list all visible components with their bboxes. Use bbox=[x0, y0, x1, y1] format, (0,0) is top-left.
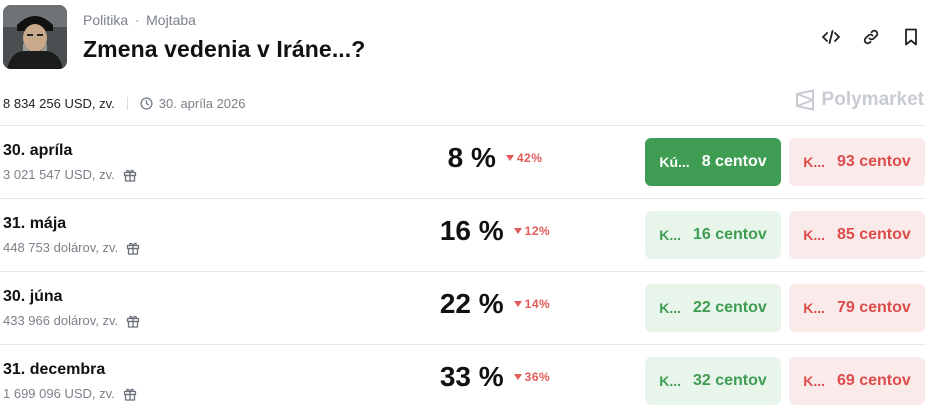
buy-no-label: K... bbox=[803, 227, 825, 243]
buy-yes-label: K... bbox=[659, 300, 681, 316]
market-avatar bbox=[3, 5, 67, 69]
buy-no-button[interactable]: K... 79 centov bbox=[789, 284, 925, 332]
header-actions bbox=[822, 26, 920, 48]
down-arrow-icon bbox=[505, 155, 514, 161]
outcome-volume-text: 433 966 dolárov, zv. bbox=[3, 313, 119, 328]
down-arrow-icon bbox=[513, 301, 522, 307]
probability-change: 12% bbox=[513, 224, 551, 238]
outcome-volume: 1 699 096 USD, zv. bbox=[3, 386, 137, 401]
outcome-volume-text: 1 699 096 USD, zv. bbox=[3, 386, 115, 401]
bookmark-icon[interactable] bbox=[902, 26, 920, 48]
buy-yes-button[interactable]: K... 22 centov bbox=[645, 284, 781, 332]
outcome-date: 31. mája bbox=[3, 215, 67, 232]
buy-no-price: 85 centov bbox=[836, 226, 911, 243]
buy-yes-label: K... bbox=[659, 227, 681, 243]
end-date-text: 30. apríla 2026 bbox=[158, 95, 246, 111]
market-row[interactable]: 30. apríla 3 021 547 USD, zv. 8 % 42% Kú… bbox=[0, 125, 926, 198]
market-row[interactable]: 30. júna 433 966 dolárov, zv. 22 % 14% K… bbox=[0, 271, 926, 344]
market-row[interactable]: 31. mája 448 753 dolárov, zv. 16 % 12% K… bbox=[0, 198, 926, 271]
embed-code-icon[interactable] bbox=[822, 26, 840, 48]
probability-change-value: 14% bbox=[524, 297, 551, 311]
end-date: 30. apríla 2026 bbox=[140, 96, 246, 111]
buy-no-button[interactable]: K... 85 centov bbox=[789, 211, 925, 259]
link-icon[interactable] bbox=[862, 26, 880, 48]
clock-icon bbox=[140, 96, 153, 110]
market-meta: 8 834 256 USD, zv. 30. apríla 2026 bbox=[3, 94, 246, 112]
probability-change: 42% bbox=[505, 151, 543, 165]
probability-value: 22 % bbox=[439, 288, 504, 319]
buy-yes-button[interactable]: K... 16 centov bbox=[645, 211, 781, 259]
gift-icon[interactable] bbox=[123, 387, 137, 401]
outcome-volume: 3 021 547 USD, zv. bbox=[3, 167, 137, 182]
buy-no-label: K... bbox=[803, 300, 825, 316]
buy-yes-price: 8 centov bbox=[701, 153, 767, 170]
buy-no-label: K... bbox=[803, 154, 825, 170]
outcome-volume: 433 966 dolárov, zv. bbox=[3, 313, 140, 328]
probability-value: 33 % bbox=[439, 361, 504, 392]
market-row[interactable]: 31. decembra 1 699 096 USD, zv. 33 % 36%… bbox=[0, 344, 926, 413]
probability-value: 16 % bbox=[439, 215, 504, 246]
probability: 16 % 12% bbox=[420, 215, 570, 247]
probability: 33 % 36% bbox=[420, 361, 570, 393]
page-title: Zmena vedenia v Iráne...? bbox=[83, 36, 366, 62]
gift-icon[interactable] bbox=[126, 241, 140, 255]
buy-yes-label: K... bbox=[659, 373, 681, 389]
buy-yes-price: 16 centov bbox=[692, 226, 767, 243]
buy-yes-button[interactable]: K... 32 centov bbox=[645, 357, 781, 405]
polymarket-brand[interactable]: Polymarket bbox=[794, 89, 924, 111]
buy-no-label: K... bbox=[803, 373, 825, 389]
down-arrow-icon bbox=[513, 228, 522, 234]
breadcrumb-subcategory[interactable]: Mojtaba bbox=[146, 12, 196, 28]
outcome-date: 31. decembra bbox=[3, 361, 106, 378]
total-volume: 8 834 256 USD, zv. bbox=[3, 95, 115, 111]
buy-yes-label: Kú... bbox=[659, 154, 690, 170]
outcome-date: 30. júna bbox=[3, 288, 63, 305]
breadcrumb-category[interactable]: Politika bbox=[83, 12, 128, 28]
buy-yes-price: 32 centov bbox=[692, 372, 767, 389]
down-arrow-icon bbox=[513, 374, 522, 380]
probability-change: 36% bbox=[513, 370, 551, 384]
probability-change-value: 42% bbox=[516, 151, 543, 165]
probability: 8 % 42% bbox=[420, 142, 570, 174]
buy-no-price: 69 centov bbox=[836, 372, 911, 389]
probability-change-value: 12% bbox=[524, 224, 551, 238]
breadcrumb-separator: · bbox=[135, 13, 140, 27]
buy-yes-price: 22 centov bbox=[692, 299, 767, 316]
probability-change-value: 36% bbox=[524, 370, 551, 384]
meta-divider bbox=[126, 96, 128, 110]
buy-no-button[interactable]: K... 93 centov bbox=[789, 138, 925, 186]
probability: 22 % 14% bbox=[420, 288, 570, 320]
probability-change: 14% bbox=[513, 297, 551, 311]
buy-no-price: 93 centov bbox=[836, 153, 911, 170]
probability-value: 8 % bbox=[447, 142, 496, 173]
market-header: Politika · Mojtaba Zmena vedenia v Iráne… bbox=[0, 0, 930, 80]
gift-icon[interactable] bbox=[123, 168, 137, 182]
gift-icon[interactable] bbox=[126, 314, 140, 328]
outcome-volume-text: 3 021 547 USD, zv. bbox=[3, 167, 115, 182]
buy-no-button[interactable]: K... 69 centov bbox=[789, 357, 925, 405]
brand-name: Polymarket bbox=[821, 89, 924, 110]
buy-yes-button[interactable]: Kú... 8 centov bbox=[645, 138, 781, 186]
breadcrumb: Politika · Mojtaba bbox=[83, 12, 196, 28]
outcome-date: 30. apríla bbox=[3, 142, 73, 159]
outcome-volume-text: 448 753 dolárov, zv. bbox=[3, 240, 119, 255]
polymarket-logo-icon bbox=[795, 89, 814, 111]
buy-no-price: 79 centov bbox=[836, 299, 911, 316]
outcome-volume: 448 753 dolárov, zv. bbox=[3, 240, 140, 255]
